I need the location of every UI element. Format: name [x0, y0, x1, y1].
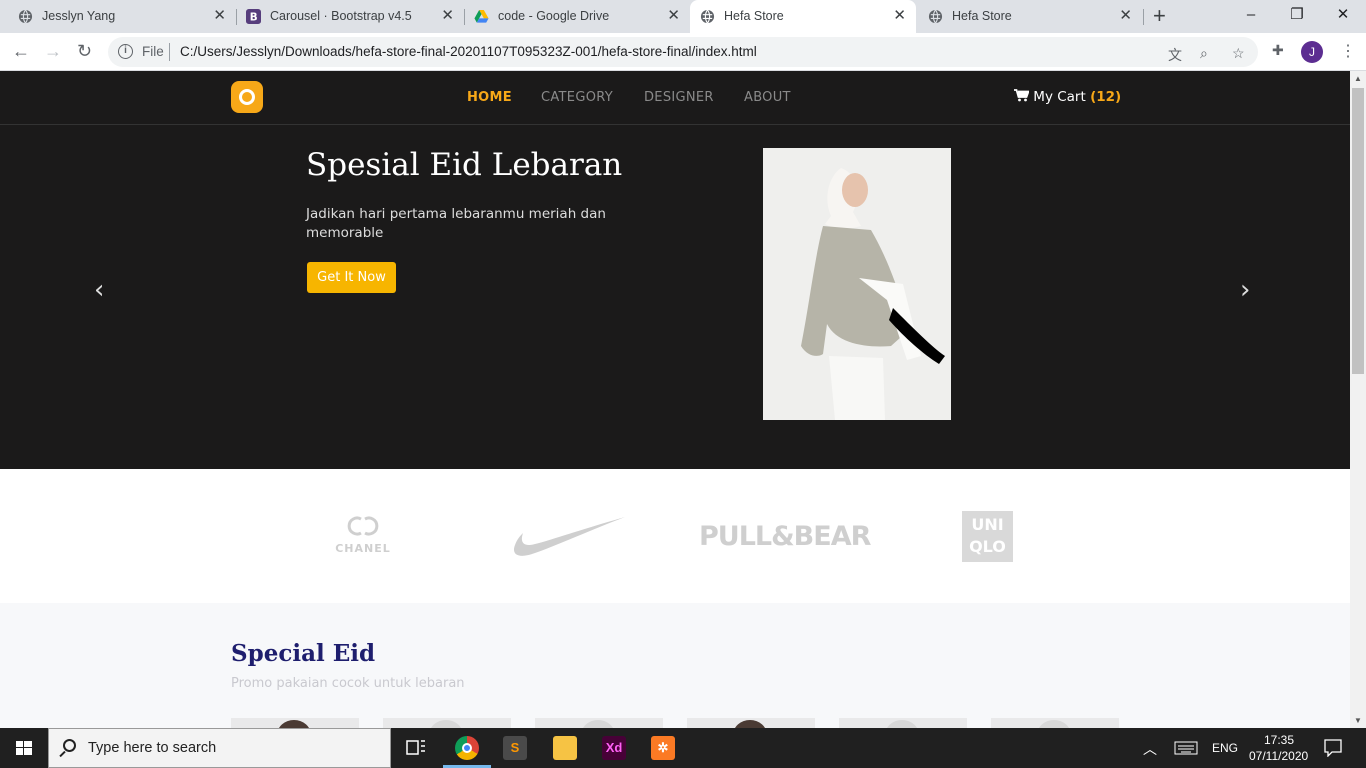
hero-title: Spesial Eid Lebaran	[306, 147, 623, 183]
section-subtitle: Promo pakaian cocok untuk lebaran	[231, 676, 465, 691]
close-tab-icon[interactable]: ✕	[893, 7, 906, 25]
pull-and-bear-logo: PULL&BEAR	[699, 521, 871, 552]
product-card[interactable]	[991, 718, 1119, 728]
hero-description: Jadikan hari pertama lebaranmu meriah da…	[306, 206, 606, 241]
cart-label: My Cart	[1033, 89, 1086, 105]
browser-tab[interactable]: code - Google Drive ✕	[464, 0, 690, 33]
browser-toolbar: ← → ↻ i File C:/Users/Jesslyn/Downloads/…	[0, 33, 1366, 71]
site-navbar: HOME CATEGORY DESIGNER ABOUT My Cart (12…	[0, 71, 1350, 125]
bootstrap-icon: B	[246, 9, 261, 24]
browser-tab-active[interactable]: Hefa Store ✕	[690, 0, 916, 33]
chanel-cc-icon	[347, 516, 379, 536]
nav-about[interactable]: ABOUT	[744, 90, 791, 105]
get-it-now-button[interactable]: Get It Now	[307, 262, 396, 293]
reload-icon[interactable]: ↻	[77, 40, 92, 62]
globe-icon	[18, 9, 33, 24]
carousel-next-icon[interactable]: ›	[1240, 275, 1250, 305]
browser-tab-strip: Jesslyn Yang ✕ B Carousel · Bootstrap v4…	[0, 0, 1366, 33]
special-eid-section: Special Eid Promo pakaian cocok untuk le…	[0, 603, 1350, 728]
tray-chevron-icon[interactable]: ︿	[1143, 739, 1157, 759]
address-bar[interactable]: i File C:/Users/Jesslyn/Downloads/hefa-s…	[108, 37, 1258, 67]
carousel-prev-icon[interactable]: ‹	[94, 275, 104, 305]
hero-carousel: ‹ Spesial Eid Lebaran Jadikan hari perta…	[0, 125, 1350, 469]
globe-icon	[700, 9, 715, 24]
translate-icon[interactable]: 文	[1168, 45, 1182, 65]
product-card[interactable]	[535, 718, 663, 728]
windows-taskbar: Type here to search S Xd ✲ ︿ ENG 17:35 0…	[0, 728, 1366, 768]
adobe-xd-icon[interactable]: Xd	[602, 736, 626, 760]
site-logo[interactable]	[231, 81, 263, 113]
browser-tab[interactable]: Hefa Store ✕	[918, 0, 1142, 33]
google-drive-icon	[474, 9, 489, 23]
scheme-label: File	[142, 44, 164, 59]
chrome-taskbar-icon[interactable]	[455, 736, 479, 760]
keyboard-icon[interactable]	[1174, 741, 1198, 755]
search-placeholder: Type here to search	[88, 740, 217, 756]
tab-title: code - Google Drive	[498, 9, 610, 23]
language-indicator[interactable]: ENG	[1212, 741, 1238, 755]
cart-count: (12)	[1090, 89, 1122, 105]
sublime-text-icon[interactable]: S	[503, 736, 527, 760]
web-page: HOME CATEGORY DESIGNER ABOUT My Cart (12…	[0, 71, 1350, 728]
scrollbar-thumb[interactable]	[1352, 88, 1364, 374]
url-text[interactable]: C:/Users/Jesslyn/Downloads/hefa-store-fi…	[180, 44, 757, 59]
minimize-button[interactable]: –	[1228, 0, 1274, 33]
tab-title: Hefa Store	[724, 9, 784, 23]
product-card[interactable]	[839, 718, 967, 728]
uniqlo-bottom: QLO	[969, 537, 1006, 556]
taskbar-search-box[interactable]: Type here to search	[48, 728, 391, 768]
notification-icon[interactable]	[1324, 739, 1342, 757]
shopping-cart-icon	[1014, 89, 1030, 102]
clock-time[interactable]: 17:35	[1264, 733, 1294, 747]
extensions-icon[interactable]: ✚	[1272, 42, 1284, 59]
product-card[interactable]	[687, 718, 815, 728]
clock-date[interactable]: 07/11/2020	[1249, 749, 1308, 763]
nike-swoosh-logo	[513, 517, 625, 556]
product-card[interactable]	[231, 718, 359, 728]
uniqlo-top: UNI	[971, 515, 1004, 534]
chanel-logo: CHANEL	[333, 515, 393, 555]
nav-category[interactable]: CATEGORY	[541, 90, 613, 105]
info-icon[interactable]: i	[118, 44, 133, 59]
browser-tab[interactable]: Jesslyn Yang ✕	[8, 0, 236, 33]
new-tab-button[interactable]: +	[1153, 3, 1166, 29]
bookmark-star-icon[interactable]: ☆	[1232, 45, 1245, 62]
close-tab-icon[interactable]: ✕	[1119, 7, 1132, 25]
svg-text:B: B	[250, 12, 258, 24]
tab-title: Hefa Store	[952, 9, 1012, 23]
back-icon[interactable]: ←	[12, 40, 30, 62]
nav-designer[interactable]: DESIGNER	[644, 90, 714, 105]
section-title: Special Eid	[231, 640, 376, 667]
nav-home[interactable]: HOME	[467, 90, 512, 105]
zoom-icon[interactable]: ⌕	[1200, 45, 1208, 62]
profile-avatar[interactable]: J	[1301, 41, 1323, 63]
scroll-up-icon[interactable]: ▲	[1354, 74, 1362, 83]
page-scrollbar[interactable]: ▲ ▼	[1350, 71, 1366, 728]
file-explorer-icon[interactable]	[553, 736, 577, 760]
close-tab-icon[interactable]: ✕	[667, 7, 680, 25]
hero-product-image	[763, 148, 951, 420]
browser-tab[interactable]: B Carousel · Bootstrap v4.5 ✕	[236, 0, 464, 33]
search-icon	[63, 739, 76, 752]
product-card[interactable]	[383, 718, 511, 728]
windows-start-icon[interactable]	[0, 728, 48, 768]
cart-link[interactable]: My Cart (12)	[1014, 89, 1121, 105]
chanel-wordmark: CHANEL	[335, 542, 391, 555]
close-tab-icon[interactable]: ✕	[441, 7, 454, 25]
close-tab-icon[interactable]: ✕	[213, 7, 226, 25]
task-view-icon[interactable]	[406, 739, 426, 757]
maximize-button[interactable]: ❐	[1274, 0, 1320, 33]
brand-strip: CHANEL PULL&BEAR UNI QLO	[0, 469, 1350, 603]
scroll-down-icon[interactable]: ▼	[1354, 716, 1362, 725]
tab-title: Carousel · Bootstrap v4.5	[270, 9, 412, 23]
close-window-button[interactable]: ✕	[1320, 0, 1366, 33]
forward-icon[interactable]: →	[44, 40, 62, 62]
menu-kebab-icon[interactable]: ⋮	[1340, 41, 1356, 61]
xampp-icon[interactable]: ✲	[651, 736, 675, 760]
globe-icon	[928, 9, 943, 24]
uniqlo-logo: UNI QLO	[962, 511, 1013, 562]
tab-title: Jesslyn Yang	[42, 9, 116, 23]
